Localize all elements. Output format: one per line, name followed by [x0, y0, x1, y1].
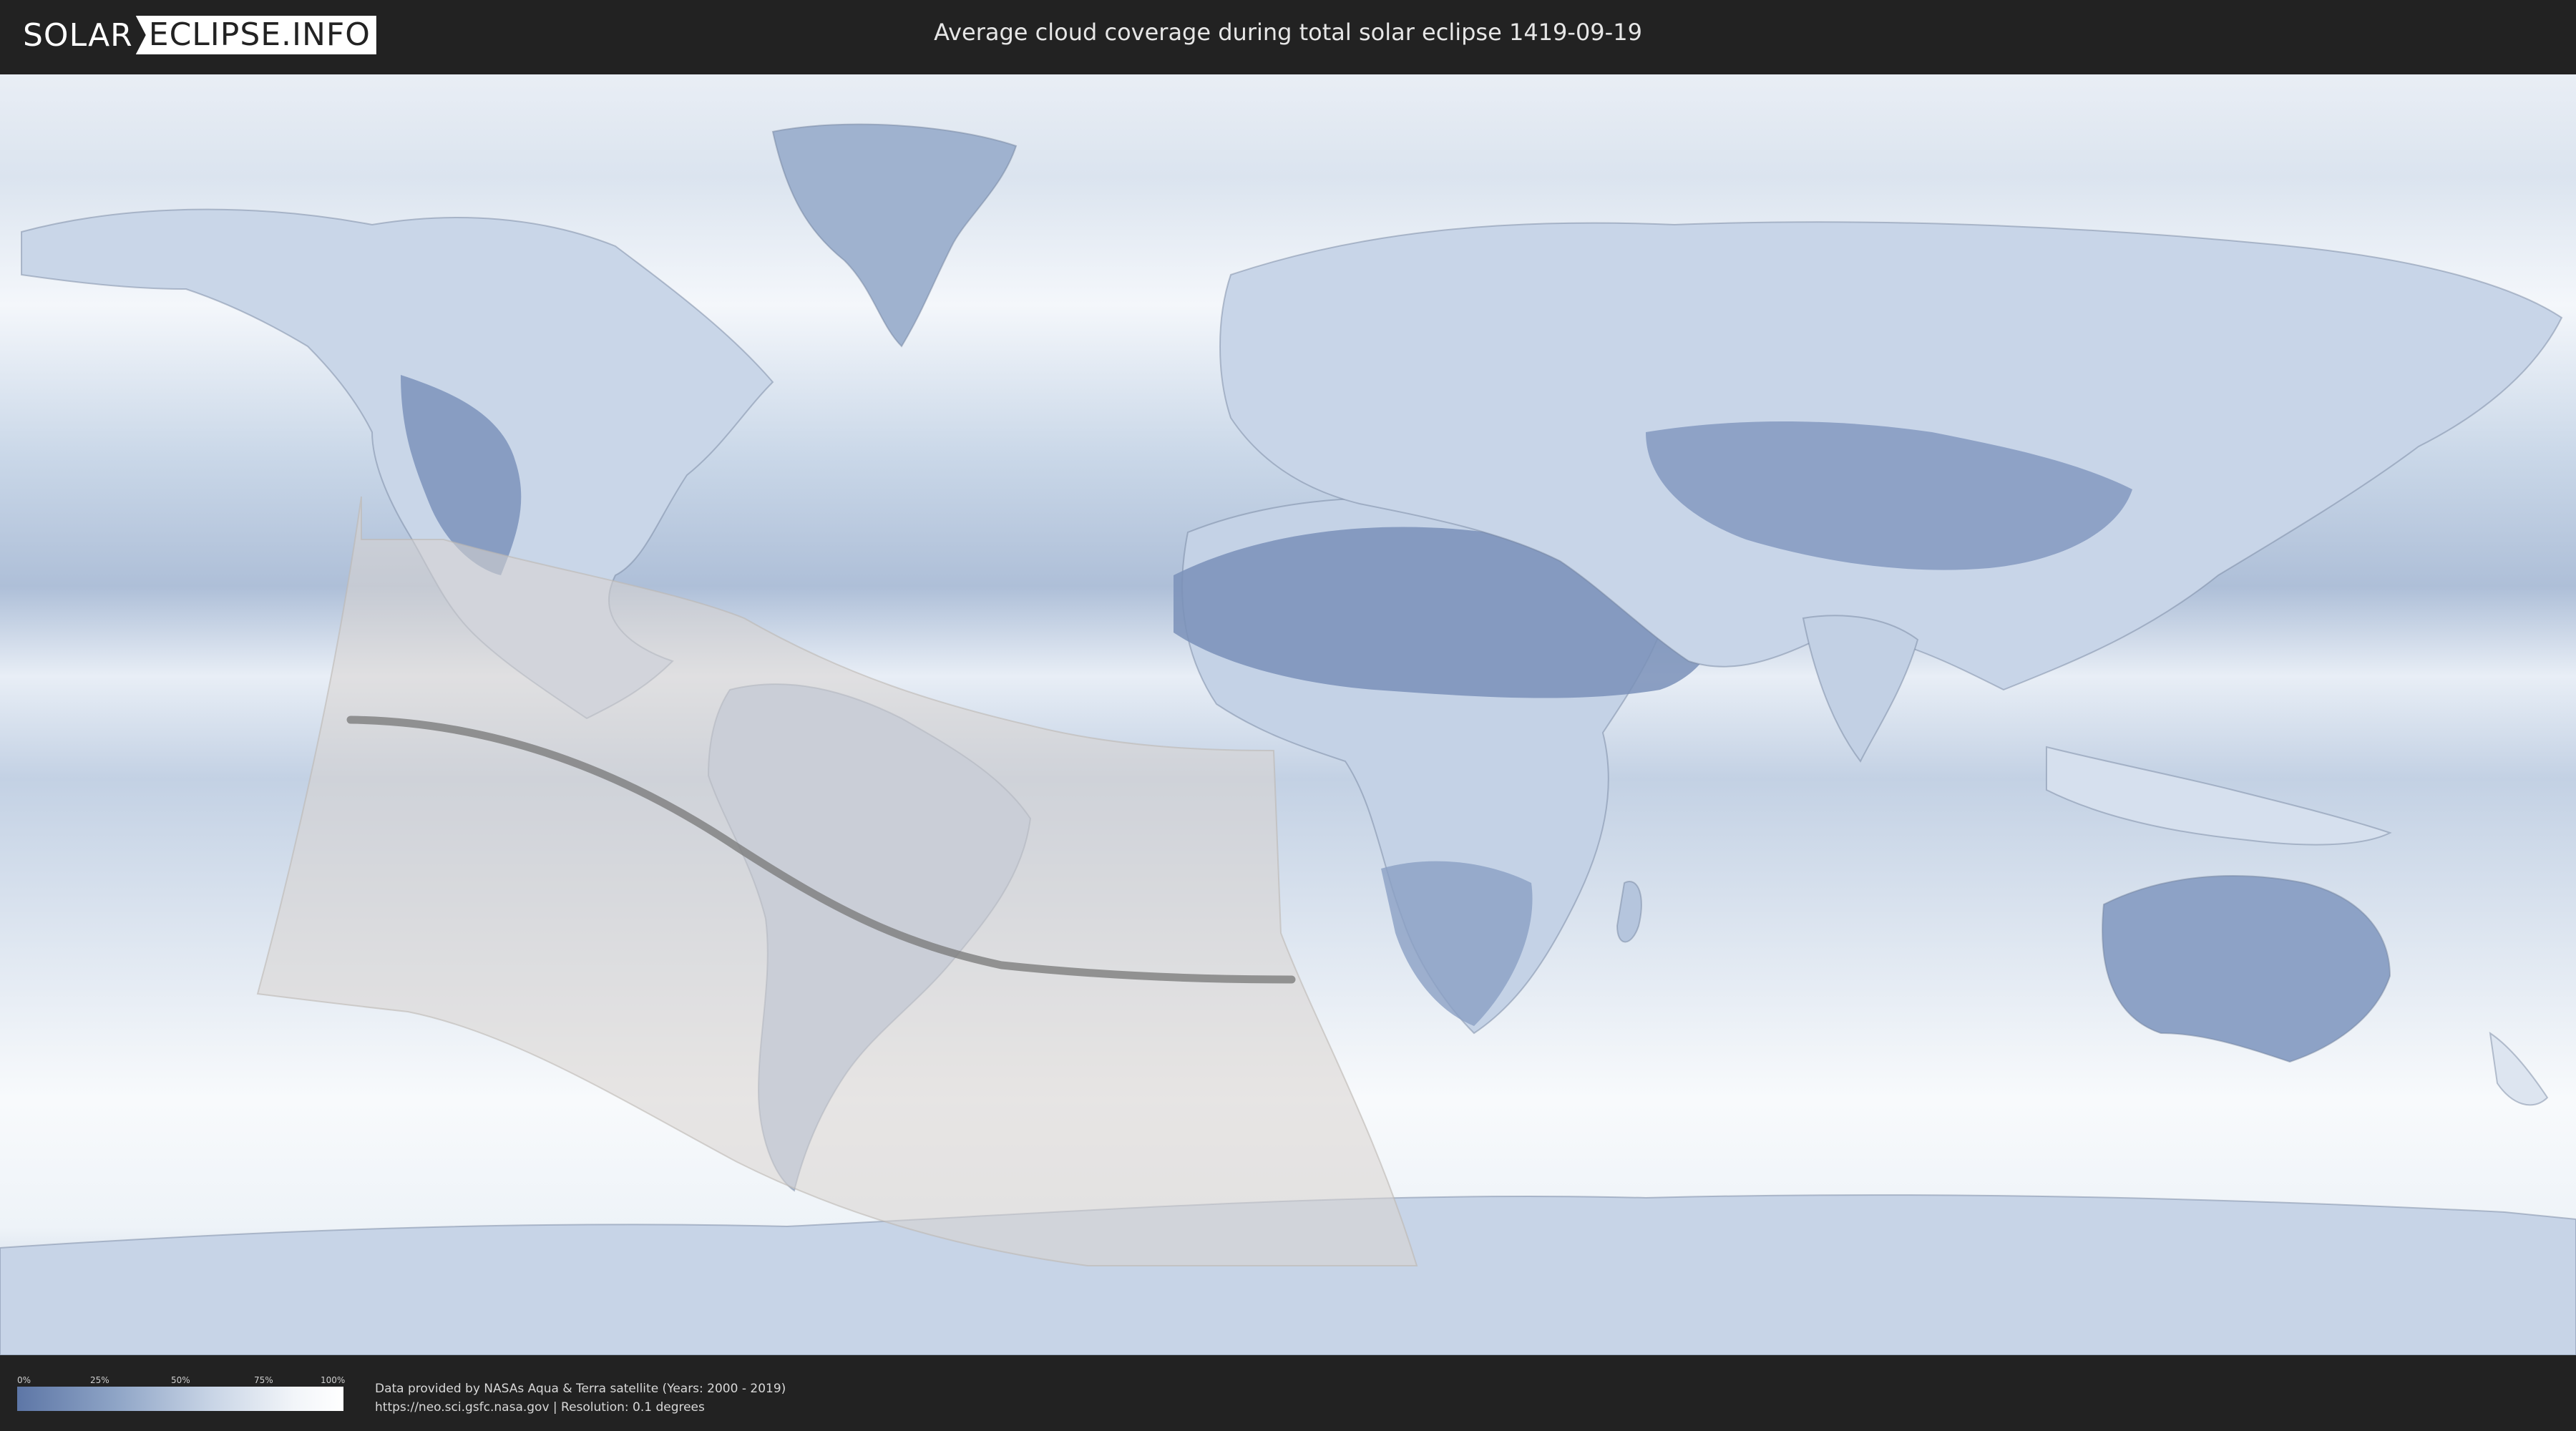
- credit-url-resolution: https://neo.sci.gsfc.nasa.gov | Resoluti…: [375, 1400, 705, 1415]
- data-credits: Data provided by NASAs Aqua & Terra sate…: [375, 1379, 786, 1417]
- legend-color-scale: [17, 1387, 343, 1411]
- page-title: Average cloud coverage during total sola…: [934, 19, 1642, 46]
- map-canvas: [0, 74, 2576, 1355]
- legend-tick-75: 75%: [254, 1375, 273, 1385]
- cloud-coverage-legend: 0% 25% 50% 75% 100%: [17, 1375, 346, 1411]
- legend-tick-25: 25%: [90, 1375, 109, 1385]
- footer-bar: 0% 25% 50% 75% 100% Data provided by NAS…: [0, 1359, 2576, 1431]
- legend-ticks: 0% 25% 50% 75% 100%: [17, 1375, 346, 1387]
- legend-tick-50: 50%: [171, 1375, 190, 1385]
- header-bar: SOLAR ECLIPSE.INFO Average cloud coverag…: [0, 0, 2576, 72]
- legend-tick-100: 100%: [321, 1375, 346, 1385]
- credit-source: Data provided by NASAs Aqua & Terra sate…: [375, 1382, 786, 1396]
- cloud-coverage-map[interactable]: [0, 74, 2576, 1355]
- legend-tick-0: 0%: [17, 1375, 31, 1385]
